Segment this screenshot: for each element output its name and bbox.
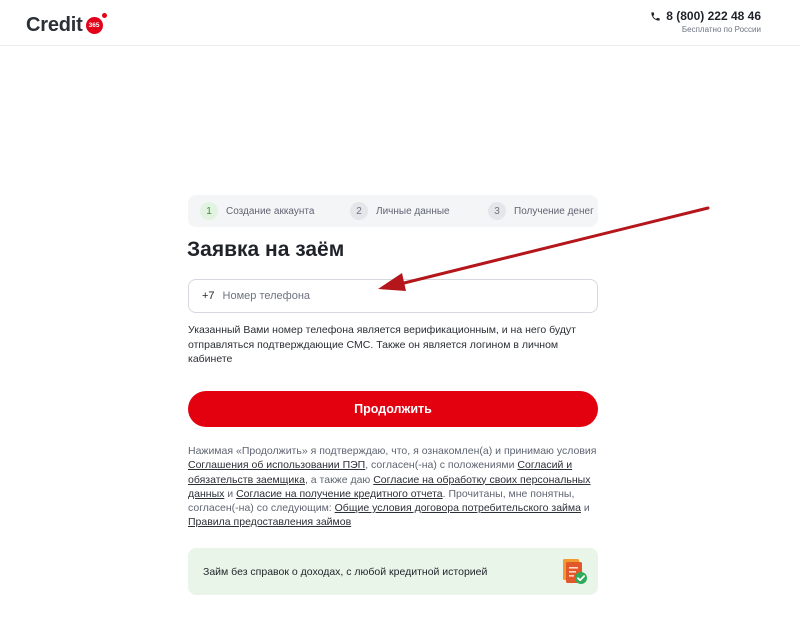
- document-check-icon: [563, 559, 587, 584]
- phone-number[interactable]: 8 (800) 222 48 46: [666, 9, 761, 23]
- phone-hint: Указанный Вами номер телефона является в…: [188, 324, 576, 365]
- site-header: Credit 365 8 (800) 222 48 46 Бесплатно п…: [0, 0, 800, 46]
- phone-input[interactable]: [222, 290, 553, 302]
- step-number: 1: [200, 202, 218, 220]
- continue-button[interactable]: Продолжить: [188, 391, 598, 427]
- logo-badge: 365: [85, 13, 107, 34]
- promo-text: Займ без справок о доходах, с любой кред…: [203, 565, 488, 578]
- phone-field[interactable]: +7: [188, 279, 598, 313]
- phone-icon: [651, 11, 660, 21]
- loan-rules-link[interactable]: Правила предоставления займов: [188, 516, 351, 528]
- consent-text-part: , а также даю: [304, 473, 374, 486]
- consent-text-part: и: [224, 487, 237, 500]
- progress-steps: 1 Создание аккаунта 2 Личные данные 3 По…: [188, 195, 598, 227]
- pep-agreement-link[interactable]: Соглашения об использовании ПЭП: [188, 459, 365, 471]
- logo-dot: [101, 13, 107, 18]
- consent-text-part: и: [580, 502, 590, 515]
- consent-text: Нажимая «Продолжить» я подтверждаю, что,…: [188, 444, 600, 530]
- step-create-account: 1 Создание аккаунта: [200, 202, 314, 220]
- step-label: Создание аккаунта: [226, 205, 315, 217]
- logo-badge-number: 365: [88, 22, 100, 29]
- promo-banner: Займ без справок о доходах, с любой кред…: [188, 548, 598, 595]
- consent-text-part: , согласен(-на) с положениями: [365, 459, 518, 472]
- page-title: Заявка на заём: [187, 238, 345, 261]
- step-label: Получение денег: [514, 205, 594, 217]
- general-terms-link[interactable]: Общие условия договора потребительского …: [335, 502, 581, 514]
- consent-text-part: Нажимая «Продолжить» я подтверждаю, что,…: [188, 445, 597, 457]
- logo-text: Credit: [26, 14, 83, 36]
- step-label: Личные данные: [376, 205, 450, 217]
- phone-note: Бесплатно по России: [681, 25, 761, 34]
- step-get-money: 3 Получение денег: [488, 202, 594, 220]
- credit-report-consent-link[interactable]: Согласие на получение кредитного отчета: [236, 488, 443, 500]
- contact-phone: 8 (800) 222 48 46 Бесплатно по России: [650, 9, 761, 34]
- phone-country-prefix: +7: [202, 290, 215, 302]
- step-number: 2: [350, 202, 368, 220]
- step-personal-data: 2 Личные данные: [350, 202, 450, 220]
- step-number: 3: [488, 202, 506, 220]
- logo[interactable]: Credit 365: [26, 13, 107, 39]
